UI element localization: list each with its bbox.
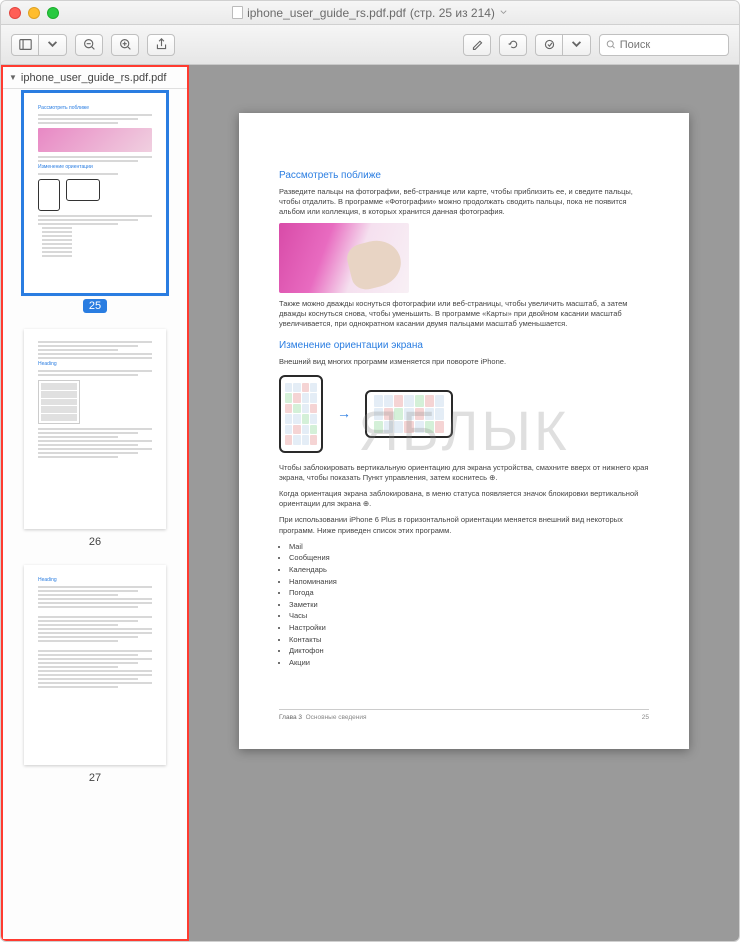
pdf-page: Рассмотреть поближе Разведите пальцы на …	[239, 113, 689, 749]
list-item: Настройки	[289, 623, 649, 633]
thumbnail-page-26[interactable]: Heading 26	[24, 329, 166, 549]
view-dropdown-button[interactable]	[39, 34, 67, 56]
disclosure-triangle-icon: ▼	[9, 73, 17, 82]
thumbnail-pagenum: 27	[83, 771, 107, 785]
search-field[interactable]	[599, 34, 729, 56]
paragraph: Чтобы заблокировать вертикальную ориента…	[279, 463, 649, 483]
thumbnails-sidebar: ▼ iphone_user_guide_rs.pdf.pdf Рассмотре…	[1, 65, 189, 941]
list-item: Акции	[289, 658, 649, 668]
footer-section: Основные сведения	[306, 714, 367, 721]
rotate-button[interactable]	[499, 34, 527, 56]
thumbnail-pagenum: 25	[83, 299, 107, 313]
thumbnails-list[interactable]: Рассмотреть поближе Изменение ориентации…	[3, 89, 187, 939]
preview-window: iphone_user_guide_rs.pdf.pdf (стр. 25 из…	[0, 0, 740, 942]
pinch-gesture-image	[279, 223, 409, 293]
content-area: ▼ iphone_user_guide_rs.pdf.pdf Рассмотре…	[1, 65, 739, 941]
paragraph: Когда ориентация экрана заблокирована, в…	[279, 489, 649, 509]
arrow-right-icon: →	[337, 404, 351, 423]
thumbnail-page-27[interactable]: Heading 27	[24, 565, 166, 785]
chevron-down-icon	[499, 8, 508, 17]
thumbnail-page-25[interactable]: Рассмотреть поближе Изменение ориентации…	[24, 93, 166, 313]
title-filename: iphone_user_guide_rs.pdf.pdf	[247, 6, 406, 20]
heading-orientation: Изменение ориентации экрана	[279, 339, 649, 353]
markup-segment	[535, 34, 591, 56]
paragraph: При использовании iPhone 6 Plus в горизо…	[279, 515, 649, 535]
document-icon	[232, 6, 243, 19]
footer-chapter: Глава 3	[279, 714, 302, 721]
list-item: Контакты	[289, 635, 649, 645]
list-item: Сообщения	[289, 553, 649, 563]
list-item: Mail	[289, 542, 649, 552]
search-input[interactable]	[620, 39, 722, 51]
close-button[interactable]	[9, 7, 21, 19]
highlight-button[interactable]	[463, 34, 491, 56]
main-viewer[interactable]: Рассмотреть поближе Разведите пальцы на …	[189, 65, 739, 941]
sidebar-header[interactable]: ▼ iphone_user_guide_rs.pdf.pdf	[3, 67, 187, 89]
paragraph: Внешний вид многих программ изменяется п…	[279, 357, 649, 367]
titlebar: iphone_user_guide_rs.pdf.pdf (стр. 25 из…	[1, 1, 739, 25]
zoom-out-button[interactable]	[75, 34, 103, 56]
markup-button[interactable]	[535, 34, 563, 56]
search-icon	[606, 39, 616, 50]
phone-landscape-icon	[365, 390, 453, 438]
zoom-in-button[interactable]	[111, 34, 139, 56]
list-item: Диктофон	[289, 646, 649, 656]
view-mode-segment	[11, 34, 67, 56]
markup-dropdown-button[interactable]	[563, 34, 591, 56]
orientation-image: →	[279, 375, 649, 453]
window-title: iphone_user_guide_rs.pdf.pdf (стр. 25 из…	[1, 6, 739, 20]
sidebar-filename: iphone_user_guide_rs.pdf.pdf	[21, 72, 167, 84]
traffic-lights	[9, 7, 59, 19]
thumbnail-pagenum: 26	[83, 535, 107, 549]
paragraph: Также можно дважды коснуться фотографии …	[279, 299, 649, 329]
paragraph: Разведите пальцы на фотографии, веб-стра…	[279, 187, 649, 217]
title-pageinfo: (стр. 25 из 214)	[410, 6, 495, 20]
zoom-button[interactable]	[47, 7, 59, 19]
share-button[interactable]	[147, 34, 175, 56]
page-footer: Глава 3 Основные сведения 25	[279, 709, 649, 723]
sidebar-toggle-button[interactable]	[11, 34, 39, 56]
minimize-button[interactable]	[28, 7, 40, 19]
list-item: Календарь	[289, 565, 649, 575]
apps-list: Mail Сообщения Календарь Напоминания Пог…	[279, 542, 649, 668]
toolbar	[1, 25, 739, 65]
list-item: Напоминания	[289, 577, 649, 587]
phone-portrait-icon	[279, 375, 323, 453]
list-item: Часы	[289, 611, 649, 621]
heading-zoom: Рассмотреть поближе	[279, 169, 649, 183]
footer-pagenum: 25	[642, 714, 649, 723]
list-item: Погода	[289, 588, 649, 598]
list-item: Заметки	[289, 600, 649, 610]
